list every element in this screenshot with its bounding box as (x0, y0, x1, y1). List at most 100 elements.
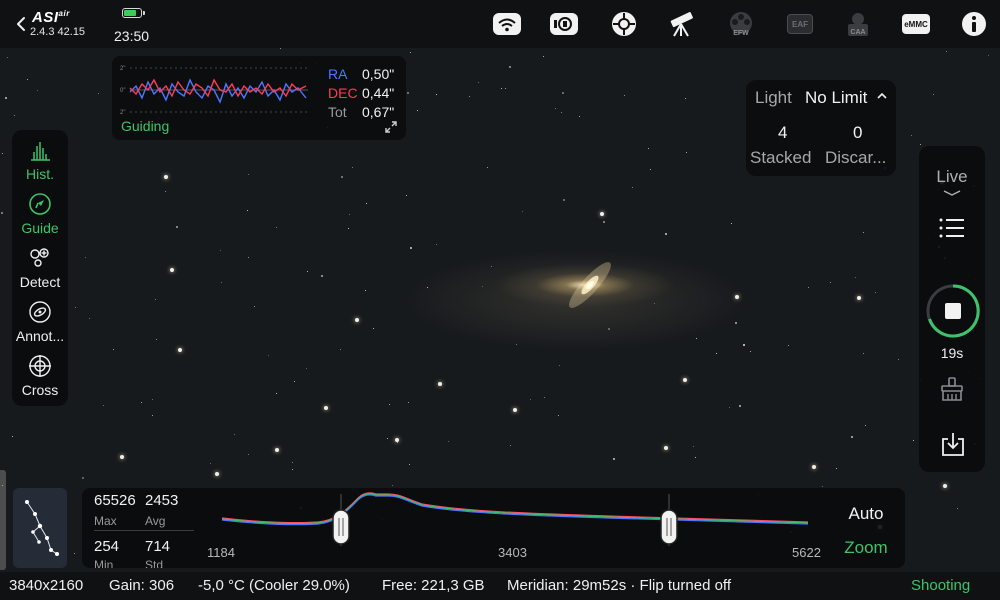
frame-limit-dropdown[interactable]: No Limit (805, 88, 867, 108)
app-version: 2.4.3 42.15 (30, 26, 86, 38)
star (913, 440, 914, 441)
chevron-up-icon[interactable] (877, 92, 887, 100)
star (7, 57, 8, 58)
star (739, 405, 741, 407)
star (855, 277, 856, 278)
annotate-galaxy-icon (29, 301, 51, 323)
star (75, 307, 76, 308)
star (436, 244, 437, 245)
caa-icon[interactable]: CAA (842, 10, 874, 38)
guide-tool[interactable]: Guide (12, 188, 68, 242)
crosshair-tool[interactable]: Cross (12, 350, 68, 404)
star (5, 97, 7, 99)
star (165, 191, 166, 192)
stacked-label: Stacked (750, 148, 812, 167)
list-icon[interactable] (939, 218, 965, 238)
star (957, 508, 958, 509)
star (436, 94, 437, 95)
bright-star (664, 446, 668, 450)
brush-icon[interactable] (939, 376, 965, 402)
constellation-minimap[interactable] (13, 488, 67, 568)
bright-star (683, 378, 687, 382)
efw-icon[interactable]: EFW (725, 10, 757, 38)
star (788, 345, 789, 346)
status-temperature: -5,0 °C (Cooler 29.0%) (198, 577, 350, 594)
star (103, 405, 104, 406)
tot-value: 0,67" (362, 104, 395, 120)
dec-trace (129, 78, 307, 98)
info-icon[interactable] (958, 10, 990, 38)
histogram-graph (221, 492, 809, 546)
star (152, 415, 153, 416)
crosshair-tool-label: Cross (21, 382, 59, 398)
galaxy-core (569, 262, 611, 308)
star (387, 438, 388, 439)
guide-tool-label: Guide (21, 220, 59, 236)
star (156, 339, 157, 340)
star (603, 221, 605, 223)
star (392, 485, 393, 486)
dec-value: 0,44" (362, 85, 395, 101)
mount-target-icon[interactable] (608, 10, 640, 38)
expand-icon[interactable] (384, 120, 398, 134)
left-edge-handle[interactable] (0, 470, 6, 570)
star (280, 48, 281, 49)
camera-connection-icon[interactable] (548, 10, 580, 38)
emmc-icon[interactable]: eMMC (900, 10, 932, 38)
zoom-button[interactable]: Zoom (836, 538, 896, 558)
exposure-time: 19s (940, 345, 964, 361)
battery-icon (122, 8, 142, 18)
star (397, 442, 398, 443)
top-bar: ASIair 2.4.3 42.15 23:50 EFW EAF CAA eMM… (0, 0, 1000, 48)
annotate-tool-label: Annot... (15, 328, 65, 344)
star (491, 266, 492, 267)
star (152, 399, 153, 400)
star (743, 344, 745, 346)
bright-star (120, 455, 124, 459)
annotate-tool[interactable]: Annot... (12, 296, 68, 350)
star (933, 94, 934, 95)
star (268, 355, 269, 356)
back-chevron-icon[interactable] (14, 14, 28, 34)
star (89, 318, 90, 319)
star (406, 195, 407, 196)
right-control-rail: Live 19s (919, 146, 985, 472)
telescope-icon[interactable] (666, 10, 698, 38)
star (247, 210, 248, 211)
star (248, 174, 249, 175)
left-tool-rail: Hist. Guide Detect Annot... Cross (12, 130, 68, 406)
status-resolution: 3840x2160 (9, 577, 84, 594)
app-logo: ASIair (32, 9, 70, 26)
star (510, 445, 511, 446)
auto-stretch-button[interactable]: Auto (836, 504, 896, 524)
star (650, 169, 651, 170)
histogram-tool[interactable]: Hist. (12, 134, 68, 188)
frame-type-label: Light (755, 88, 792, 107)
svg-text:2": 2" (120, 66, 125, 72)
star (555, 108, 556, 109)
guide-compass-icon (29, 193, 51, 215)
stacking-panel: Light No Limit 4 Stacked 0 Discar... (746, 80, 896, 176)
star (654, 303, 655, 304)
download-icon[interactable] (940, 431, 966, 457)
detect-tool-label: Detect (19, 274, 61, 290)
svg-text:CAA: CAA (850, 29, 865, 36)
stop-exposure-button[interactable] (926, 284, 980, 338)
status-bar: 3840x2160 Gain: 306 -5,0 °C (Cooler 29.0… (0, 572, 1000, 600)
wifi-icon[interactable] (491, 10, 523, 38)
battery-level (124, 10, 136, 16)
star (37, 90, 38, 91)
star (875, 292, 876, 293)
bright-star (324, 406, 328, 410)
discarded-count: 0 (853, 123, 863, 142)
std-label: Std (145, 558, 164, 568)
detect-tool[interactable]: Detect (12, 242, 68, 296)
eaf-icon[interactable]: EAF (784, 10, 816, 38)
chevron-down-icon[interactable] (943, 190, 961, 196)
bright-star (178, 348, 182, 352)
star (365, 290, 366, 291)
guiding-panel[interactable]: 2" 0" 2" Guiding RA 0,50" DEC 0,44" Tot … (112, 56, 406, 140)
live-mode-label[interactable]: Live (919, 167, 985, 187)
histogram-tick-right: 5622 (792, 545, 821, 560)
star (352, 167, 353, 168)
